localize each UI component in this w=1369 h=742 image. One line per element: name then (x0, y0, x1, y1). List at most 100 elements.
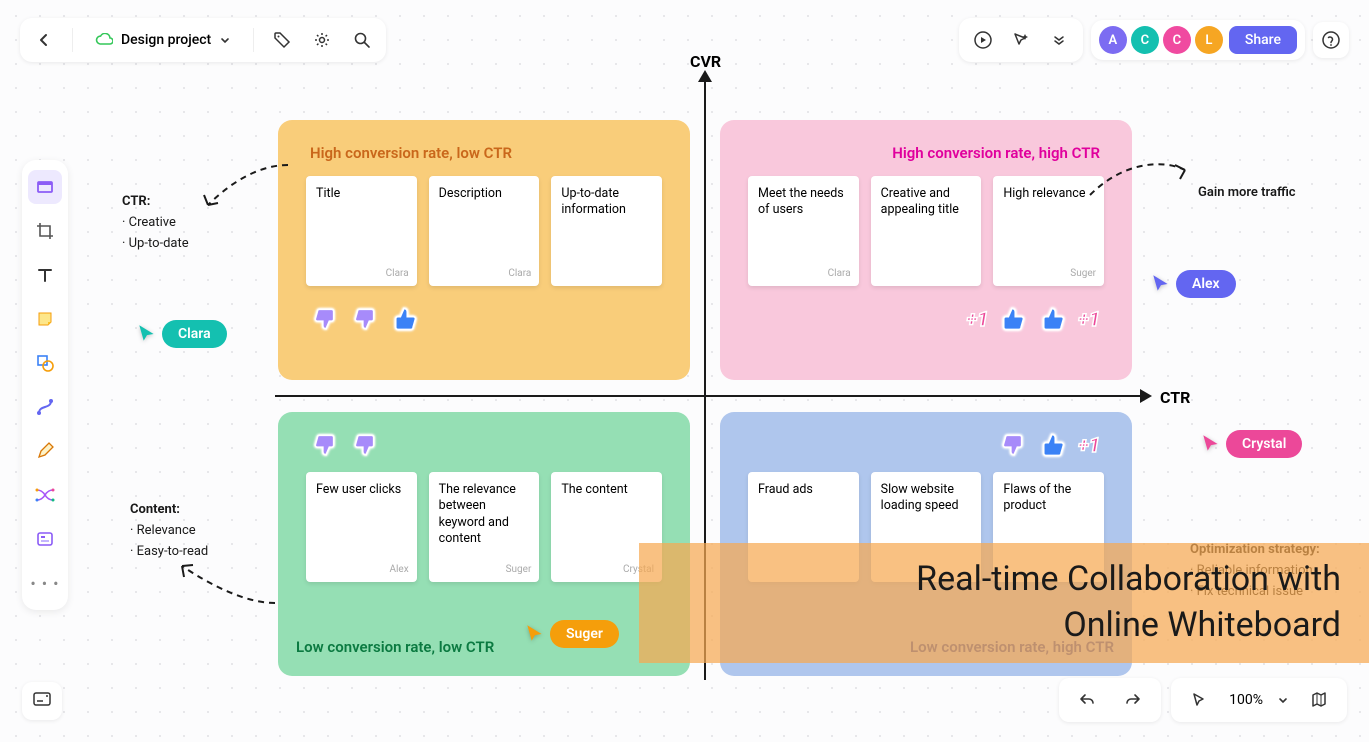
frame-icon (35, 177, 55, 197)
note-author: Suger (1070, 267, 1096, 280)
notes-row: Meet the needs of usersClara Creative an… (748, 176, 1104, 286)
thumbs-down-icon[interactable] (998, 430, 1028, 460)
notes-row: Title Clara Description Clara Up-to-date i… (306, 176, 662, 286)
tool-component[interactable] (28, 522, 62, 556)
share-button[interactable]: Share (1229, 26, 1297, 54)
quadrant-title: High conversion rate, high CTR (752, 144, 1100, 162)
quadrant-high-cvr-low-ctr[interactable]: High conversion rate, low CTR TitleClara… (278, 120, 690, 380)
bottom-right-controls: 100% (1059, 678, 1347, 722)
thumbs-up-icon[interactable] (1038, 430, 1068, 460)
note-author: Clara (386, 267, 409, 280)
tool-crop[interactable] (28, 214, 62, 248)
divider (72, 28, 73, 52)
sticky-note[interactable]: Up-to-date information (551, 176, 662, 286)
divider (253, 28, 254, 52)
shape-icon (35, 353, 55, 373)
sticky-note[interactable]: Title Clara (306, 176, 417, 286)
reactions: +1 +1 (752, 304, 1100, 334)
tool-sticky[interactable] (28, 302, 62, 336)
annotation-item: Creative (129, 215, 176, 230)
search-button[interactable] (346, 24, 378, 56)
sticky-note[interactable]: Creative and appealing title (871, 176, 982, 286)
settings-button[interactable] (306, 24, 338, 56)
cursor-label: Suger (550, 620, 619, 648)
avatar-a[interactable]: A (1099, 26, 1127, 54)
cursor-icon (1200, 433, 1222, 455)
avatar-c1[interactable]: C (1131, 26, 1159, 54)
text-icon (35, 265, 55, 285)
tool-text[interactable] (28, 258, 62, 292)
note-text: Slow website loading speed (881, 482, 959, 513)
mindmap-icon (34, 487, 56, 503)
tool-frame[interactable] (28, 170, 62, 204)
chevron-double-down-icon (1052, 33, 1066, 47)
annotation-item: Up-to-date (129, 236, 189, 251)
chevron-down-icon (219, 34, 231, 46)
present-button[interactable] (967, 24, 999, 56)
sticky-note[interactable]: Description Clara (429, 176, 540, 286)
more-controls-button[interactable] (1043, 24, 1075, 56)
thumbs-up-icon[interactable] (1038, 304, 1068, 334)
layers-icon (32, 690, 52, 708)
cursor-icon (1150, 273, 1172, 295)
topbar-left: Design project (20, 18, 386, 62)
help-button[interactable] (1313, 22, 1349, 58)
search-icon (353, 31, 371, 49)
x-axis-arrow-icon (1140, 389, 1152, 403)
quadrant-low-cvr-low-ctr[interactable]: Few user clicksAlex The relevance betwee… (278, 412, 690, 676)
banner-line2: Online Whiteboard (1063, 605, 1341, 645)
zoom-level[interactable]: 100% (1229, 692, 1263, 708)
note-text: Title (316, 186, 340, 201)
thumbs-down-icon[interactable] (310, 304, 340, 334)
thumbs-down-icon[interactable] (350, 430, 380, 460)
pen-icon (35, 441, 55, 461)
remote-cursor-alex: Alex (1150, 270, 1236, 298)
redo-button[interactable] (1117, 684, 1149, 716)
minimap-button[interactable] (1303, 684, 1335, 716)
map-icon (1310, 691, 1328, 709)
sticky-note[interactable]: Few user clicksAlex (306, 472, 417, 582)
thumbs-down-icon[interactable] (350, 304, 380, 334)
thumbs-down-icon[interactable] (310, 430, 340, 460)
history-controls (1059, 678, 1161, 722)
plus-one-icon[interactable]: +1 (967, 307, 989, 331)
layers-panel-toggle[interactable] (22, 682, 62, 720)
spotlight-button[interactable] (1005, 24, 1037, 56)
undo-button[interactable] (1071, 684, 1103, 716)
annotation-content[interactable]: Content: · Relevance · Easy-to-read (130, 500, 208, 562)
tool-pen[interactable] (28, 434, 62, 468)
back-button[interactable] (28, 24, 60, 56)
tag-button[interactable] (266, 24, 298, 56)
tool-more[interactable]: • • • (28, 566, 62, 600)
sticky-note[interactable]: Meet the needs of usersClara (748, 176, 859, 286)
note-text: Up-to-date information (561, 186, 626, 217)
cursor-mode-button[interactable] (1183, 684, 1215, 716)
cursor-icon (1191, 692, 1207, 708)
tool-shape[interactable] (28, 346, 62, 380)
tool-connector[interactable] (28, 390, 62, 424)
sticky-note[interactable]: The relevance between keyword and conten… (429, 472, 540, 582)
tool-mindmap[interactable] (28, 478, 62, 512)
note-text: Creative and appealing title (881, 186, 959, 217)
avatar-c2[interactable]: C (1163, 26, 1191, 54)
plus-one-icon[interactable]: +1 (1078, 307, 1100, 331)
chevron-down-icon (1277, 694, 1289, 706)
note-author: Clara (508, 267, 531, 280)
promo-banner: Real-time Collaboration with Online Whit… (639, 543, 1369, 663)
note-text: The relevance between keyword and conten… (439, 482, 516, 546)
note-text: Description (439, 186, 502, 201)
thumbs-up-icon[interactable] (998, 304, 1028, 334)
annotation-heading: CTR: (122, 194, 150, 209)
avatar-l[interactable]: L (1195, 26, 1223, 54)
plus-one-icon[interactable]: +1 (1078, 433, 1100, 457)
annotation-traffic[interactable]: Gain more traffic (1198, 183, 1296, 204)
annotation-ctr[interactable]: CTR: · Creative · Up-to-date (122, 192, 189, 254)
quadrant-high-cvr-high-ctr[interactable]: High conversion rate, high CTR Meet the … (720, 120, 1132, 380)
connector-icon (35, 397, 55, 417)
remote-cursor-suger: Suger (524, 620, 619, 648)
thumbs-up-icon[interactable] (390, 304, 420, 334)
project-selector[interactable]: Design project (85, 28, 241, 52)
topbar: Design project A C (20, 18, 1349, 62)
cursor-sparkle-icon (1011, 30, 1031, 50)
topbar-right: A C C L Share (959, 18, 1349, 62)
